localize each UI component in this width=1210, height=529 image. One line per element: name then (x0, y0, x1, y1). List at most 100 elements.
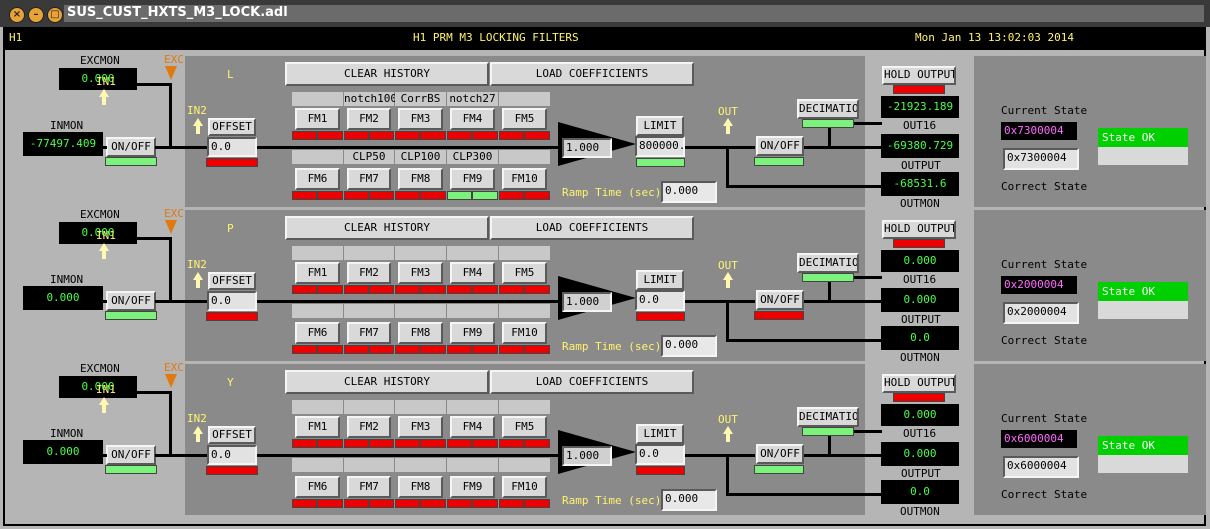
filter-module-button[interactable]: FM4 (450, 108, 495, 130)
input-onoff-button[interactable]: ON/OFF (106, 291, 156, 311)
inmon-label: INMON (50, 427, 84, 440)
hold-output-button[interactable]: HOLD OUTPUT (882, 220, 956, 239)
offset-input[interactable]: 0.0 (207, 291, 257, 311)
filter-module-button[interactable]: FM7 (347, 322, 391, 344)
offset-button[interactable]: OFFSET (208, 272, 256, 290)
filter-module-button[interactable]: FM1 (295, 416, 340, 438)
load-coefficients-button[interactable]: LOAD COEFFICIENTS (490, 216, 694, 240)
decimation-button[interactable]: DECIMATION (797, 407, 859, 427)
filter-module-button[interactable]: FM3 (398, 108, 443, 130)
close-window-icon[interactable]: × (9, 7, 25, 23)
fm-led-left (395, 439, 420, 448)
filter-module-button[interactable]: FM7 (347, 476, 391, 498)
gain-input[interactable]: 1.000 (562, 446, 612, 466)
filter-module-button[interactable]: FM2 (347, 108, 391, 130)
inmon-readout: 0.000 (23, 440, 103, 464)
fm-led-left (395, 131, 420, 140)
limit-input[interactable]: 800000. (635, 136, 685, 157)
outmon-wire (726, 493, 881, 496)
filter-module-button[interactable]: FM10 (502, 322, 547, 344)
output-onoff-button[interactable]: ON/OFF (756, 444, 804, 464)
fm-led-right (317, 499, 343, 508)
decimation-button[interactable]: DECIMATION (797, 253, 859, 273)
filter-module-button[interactable]: FM9 (450, 168, 495, 190)
offset-button[interactable]: OFFSET (208, 118, 256, 136)
clear-history-button[interactable]: CLEAR HISTORY (285, 370, 489, 394)
load-coefficients-button[interactable]: LOAD COEFFICIENTS (490, 62, 694, 86)
excmon-label: EXCMON (80, 54, 120, 67)
filter-module-button[interactable]: FM3 (398, 416, 443, 438)
current-state-readout: 0x7300004 (1001, 122, 1077, 140)
fm-led-left (292, 191, 317, 200)
limit-input[interactable]: 0.0 (635, 290, 685, 311)
correct-state-input[interactable]: 0x6000004 (1003, 456, 1079, 478)
offset-button[interactable]: OFFSET (208, 426, 256, 444)
minimize-window-icon[interactable]: – (28, 7, 44, 23)
filter-module-button[interactable]: FM5 (502, 416, 547, 438)
state-ok-indicator: State OK (1098, 282, 1188, 301)
output-onoff-button[interactable]: ON/OFF (756, 290, 804, 310)
load-coefficients-button[interactable]: LOAD COEFFICIENTS (490, 370, 694, 394)
filter-module-button[interactable]: FM6 (295, 476, 340, 498)
clear-history-button[interactable]: CLEAR HISTORY (285, 62, 489, 86)
filter-module-button[interactable]: FM5 (502, 262, 547, 284)
gain-input[interactable]: 1.000 (562, 138, 612, 158)
filter-module-button[interactable]: FM8 (398, 168, 443, 190)
filter-module-button[interactable]: FM1 (295, 262, 340, 284)
out16-readout: -21923.189 (881, 96, 959, 118)
offset-input[interactable]: 0.0 (207, 137, 257, 157)
fm-led-right (524, 131, 550, 140)
gain-input[interactable]: 1.000 (562, 292, 612, 312)
signal-wire (685, 300, 755, 303)
hold-output-button[interactable]: HOLD OUTPUT (882, 66, 956, 85)
hold-output-button[interactable]: HOLD OUTPUT (882, 374, 956, 393)
outmon-readout: -68531.6 (881, 172, 959, 196)
limit-button[interactable]: LIMIT (636, 424, 684, 444)
fm-led-right (472, 191, 498, 200)
fm-led-left (344, 345, 369, 354)
output-onoff-button[interactable]: ON/OFF (756, 136, 804, 156)
filter-module-button[interactable]: FM5 (502, 108, 547, 130)
limit-led (636, 466, 685, 475)
filter-module-button[interactable]: FM3 (398, 262, 443, 284)
fm-led-left (395, 191, 420, 200)
output-label: OUTPUT (901, 313, 941, 326)
filter-module-button[interactable]: FM2 (347, 416, 391, 438)
limit-button[interactable]: LIMIT (636, 116, 684, 136)
fm-led-left (499, 285, 524, 294)
clear-history-button[interactable]: CLEAR HISTORY (285, 216, 489, 240)
filter-module-button[interactable]: FM7 (347, 168, 391, 190)
filter-module-button[interactable]: FM9 (450, 476, 495, 498)
filter-module-button[interactable]: FM6 (295, 168, 340, 190)
limit-input[interactable]: 0.0 (635, 444, 685, 465)
filter-module-button[interactable]: FM4 (450, 262, 495, 284)
filter-module-button[interactable]: FM8 (398, 322, 443, 344)
correct-state-input[interactable]: 0x2000004 (1003, 302, 1079, 324)
filter-module-button[interactable]: FM10 (502, 168, 547, 190)
out-arrow-icon (723, 426, 733, 442)
input-onoff-button[interactable]: ON/OFF (106, 445, 156, 465)
filter-module-button[interactable]: FM10 (502, 476, 547, 498)
fm-led-right (524, 499, 550, 508)
offset-input[interactable]: 0.0 (207, 445, 257, 465)
input-onoff-button[interactable]: ON/OFF (106, 137, 156, 157)
filter-module-button[interactable]: FM6 (295, 322, 340, 344)
ramp-time-input[interactable]: 0.000 (661, 489, 717, 511)
filter-module-button[interactable]: FM2 (347, 262, 391, 284)
limit-button[interactable]: LIMIT (636, 270, 684, 290)
decimation-button[interactable]: DECIMATION (797, 99, 859, 119)
filter-module-button[interactable]: FM8 (398, 476, 443, 498)
exc-arrow-icon (165, 66, 177, 80)
filter-module-button[interactable]: FM1 (295, 108, 340, 130)
exc-label: EXC (164, 361, 184, 374)
ramp-time-input[interactable]: 0.000 (661, 335, 717, 357)
maximize-window-icon[interactable]: □ (47, 7, 63, 23)
current-state-label: Current State (1001, 258, 1088, 271)
fm-led-left (499, 131, 524, 140)
ramp-time-input[interactable]: 0.000 (661, 181, 717, 203)
filter-module-button[interactable]: FM4 (450, 416, 495, 438)
fm-led-right (472, 345, 498, 354)
correct-state-input[interactable]: 0x7300004 (1003, 148, 1079, 170)
fm-name-label (447, 400, 498, 414)
filter-module-button[interactable]: FM9 (450, 322, 495, 344)
